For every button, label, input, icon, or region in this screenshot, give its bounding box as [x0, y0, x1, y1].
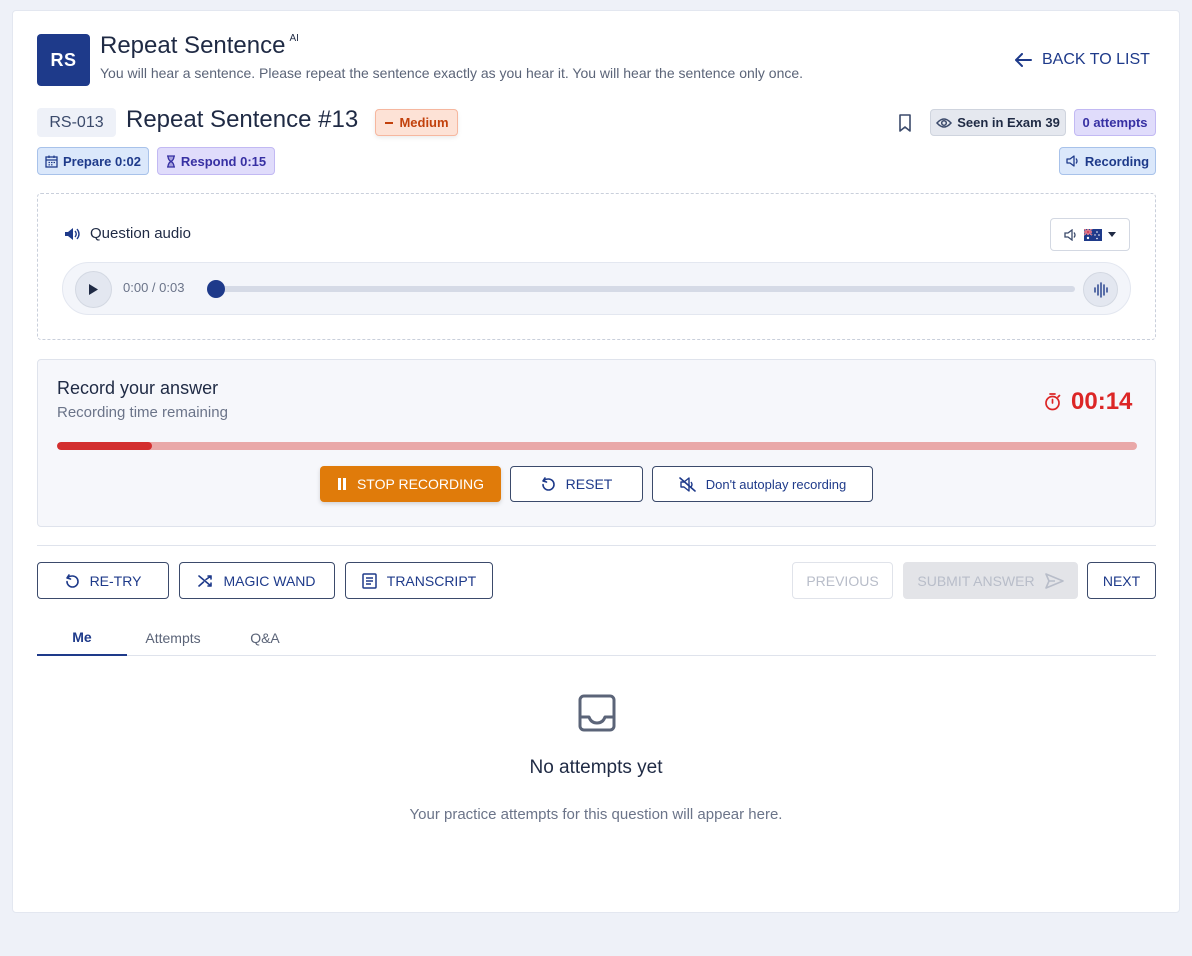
previous-button[interactable]: PREVIOUS: [792, 562, 893, 599]
minus-icon: [385, 121, 394, 124]
speaker-icon: [1066, 155, 1078, 167]
magic-wand-label: MAGIC WAND: [223, 572, 316, 589]
waveform-button[interactable]: [1083, 272, 1118, 307]
waveform-icon: [1093, 281, 1108, 298]
page-title: Repeat Sentence AI: [100, 32, 299, 60]
back-to-list-link[interactable]: BACK TO LIST: [1015, 51, 1150, 69]
speaker-muted-icon: [678, 476, 696, 492]
shuffle-icon: [198, 574, 213, 587]
next-label: NEXT: [1102, 572, 1141, 589]
tab-attempts[interactable]: Attempts: [133, 620, 213, 656]
record-answer-subtitle: Recording time remaining: [57, 404, 228, 421]
reset-icon: [541, 477, 555, 491]
tab-qa[interactable]: Q&A: [233, 620, 297, 656]
next-button[interactable]: NEXT: [1087, 562, 1156, 599]
task-logo: RS: [37, 34, 90, 86]
seen-in-exam-label: Seen in Exam 39: [957, 115, 1060, 130]
bookmark-icon[interactable]: [897, 114, 913, 132]
accent-select[interactable]: [1050, 218, 1130, 251]
audio-player: 0:00 / 0:03: [62, 262, 1131, 315]
australia-flag-icon: [1084, 228, 1102, 241]
question-audio-panel: Question audio 0:00 / 0:03: [37, 193, 1156, 340]
stop-recording-button[interactable]: STOP RECORDING: [320, 466, 501, 502]
main-card: RS Repeat Sentence AI You will hear a sen…: [12, 10, 1180, 913]
ai-badge: AI: [289, 33, 299, 44]
audio-seek-thumb[interactable]: [207, 280, 225, 298]
audio-seek-track[interactable]: [209, 286, 1075, 292]
empty-state-text: Your practice attempts for this question…: [409, 806, 783, 823]
audio-time: 0:00 / 0:03: [123, 280, 185, 295]
submit-answer-label: SUBMIT ANSWER: [917, 572, 1035, 589]
hourglass-icon: [166, 154, 175, 168]
respond-time-badge: Respond 0:15: [157, 147, 275, 175]
recording-timer-value: 00:14: [1071, 388, 1133, 415]
caret-down-icon: [1108, 232, 1116, 237]
dont-autoplay-button[interactable]: Don't autoplay recording: [652, 466, 873, 502]
play-icon: [89, 284, 98, 295]
speaker-icon: [65, 227, 80, 240]
retry-icon: [65, 573, 79, 588]
arrow-left-icon: [1015, 53, 1032, 67]
play-button[interactable]: [75, 271, 112, 308]
page-subtitle: You will hear a sentence. Please repeat …: [100, 65, 804, 81]
question-title: Repeat Sentence #13: [126, 106, 359, 133]
retry-button[interactable]: RE-TRY: [37, 562, 169, 599]
send-icon: [1044, 572, 1064, 589]
difficulty-label: Medium: [399, 115, 449, 130]
tab-me[interactable]: Me: [37, 620, 127, 656]
page-title-text: Repeat Sentence: [100, 32, 286, 59]
document-icon: [362, 572, 377, 589]
speaker-icon: [1064, 228, 1076, 241]
transcript-button[interactable]: TRANSCRIPT: [345, 562, 493, 599]
transcript-label: TRANSCRIPT: [386, 572, 477, 589]
attempts-count-badge: 0 attempts: [1074, 109, 1156, 136]
question-code-badge: RS-013: [37, 108, 116, 137]
recording-mode-badge: Recording: [1059, 147, 1156, 175]
seen-in-exam-badge: Seen in Exam 39: [930, 109, 1066, 136]
stopwatch-icon: [1045, 393, 1061, 411]
previous-label: PREVIOUS: [806, 572, 879, 589]
section-divider: [37, 545, 1156, 546]
calendar-icon: [45, 155, 58, 168]
back-to-list-label: BACK TO LIST: [1042, 51, 1150, 68]
prepare-time-label: Prepare 0:02: [62, 153, 142, 169]
magic-wand-button[interactable]: MAGIC WAND: [179, 562, 335, 599]
eye-icon: [936, 117, 953, 128]
pause-icon: [337, 478, 346, 490]
reset-label: RESET: [565, 476, 613, 492]
dont-autoplay-label: Don't autoplay recording: [705, 476, 847, 492]
recording-progress-bar: [57, 442, 1137, 450]
stop-recording-label: STOP RECORDING: [356, 476, 485, 492]
submit-answer-button[interactable]: SUBMIT ANSWER: [903, 562, 1078, 599]
difficulty-badge: Medium: [375, 109, 458, 136]
question-audio-header: Question audio: [64, 225, 191, 242]
recording-mode-label: Recording: [1084, 153, 1150, 169]
retry-label: RE-TRY: [89, 572, 142, 589]
record-answer-panel: Record your answer Recording time remain…: [37, 359, 1156, 527]
empty-state-title: No attempts yet: [529, 757, 663, 778]
reset-button[interactable]: RESET: [510, 466, 643, 502]
respond-time-label: Respond 0:15: [180, 153, 267, 169]
prepare-time-badge: Prepare 0:02: [37, 147, 149, 175]
question-audio-label: Question audio: [90, 225, 191, 242]
record-answer-title: Record your answer: [57, 378, 219, 398]
recording-timer: 00:14: [1044, 388, 1132, 416]
inbox-icon: [578, 694, 616, 732]
recording-progress-fill: [57, 442, 153, 450]
tabs-bar: Me Attempts Q&A: [37, 620, 1156, 656]
